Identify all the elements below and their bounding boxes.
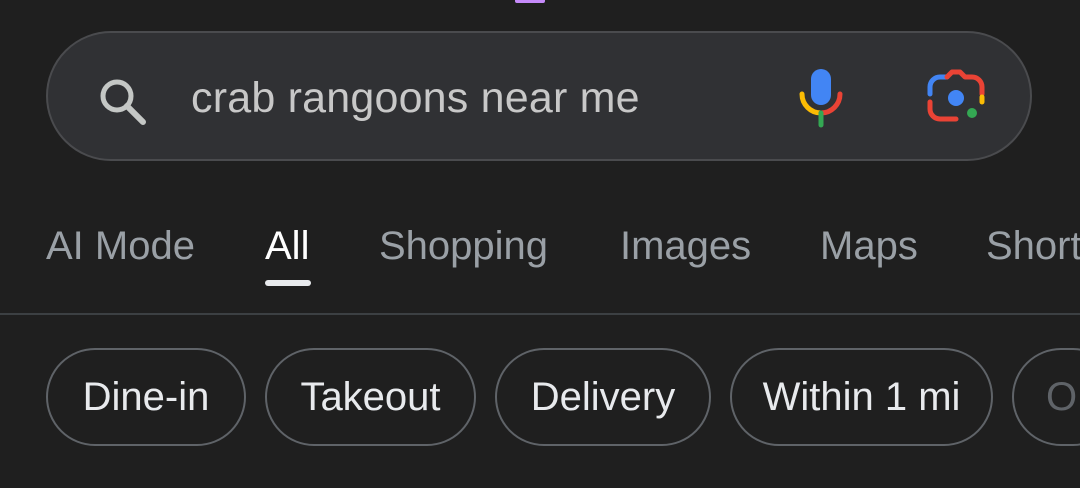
tab-shorts[interactable]: Short <box>986 222 1080 270</box>
google-lens-icon[interactable] <box>926 69 986 127</box>
top-indicator <box>515 0 545 3</box>
chip-delivery[interactable]: Delivery <box>495 348 711 446</box>
tab-ai-mode[interactable]: AI Mode <box>46 222 195 270</box>
tab-maps[interactable]: Maps <box>820 222 918 270</box>
tab-shopping[interactable]: Shopping <box>379 222 548 270</box>
search-tabs: AI Mode All Shopping Images Maps Short <box>0 214 1080 294</box>
chip-takeout[interactable]: Takeout <box>265 348 476 446</box>
tab-images[interactable]: Images <box>620 222 751 270</box>
chip-within-1-mi[interactable]: Within 1 mi <box>730 348 993 446</box>
tab-all[interactable]: All <box>265 222 309 270</box>
search-icon[interactable] <box>94 73 150 129</box>
chip-dine-in[interactable]: Dine-in <box>46 348 246 446</box>
tabs-divider <box>0 313 1080 315</box>
chip-clipped[interactable]: O <box>1012 348 1080 446</box>
microphone-icon[interactable] <box>796 67 846 129</box>
search-input[interactable]: crab rangoons near me <box>191 70 640 126</box>
active-tab-indicator <box>265 280 311 286</box>
